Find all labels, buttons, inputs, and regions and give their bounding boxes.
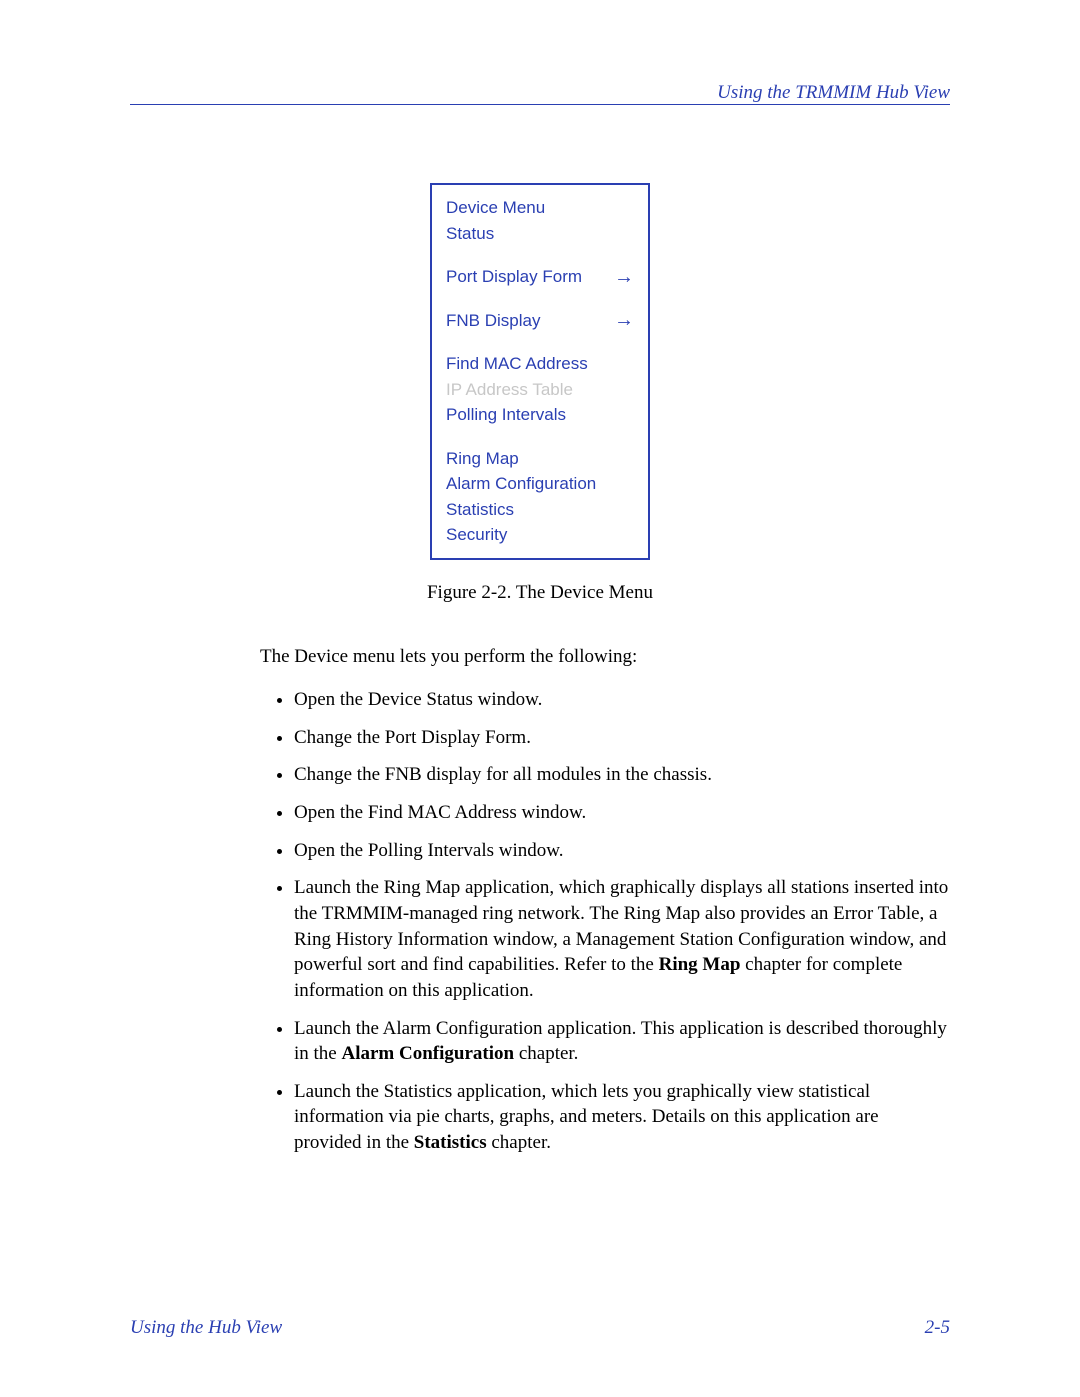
list-item: Launch the Ring Map application, which g… xyxy=(294,875,950,1003)
list-text: Open the Find MAC Address window. xyxy=(294,802,586,823)
menu-item-label: Polling Intervals xyxy=(446,402,566,428)
intro-text: The Device menu lets you perform the fol… xyxy=(260,644,950,670)
menu-separator xyxy=(446,333,634,351)
list-item: Open the Polling Intervals window. xyxy=(294,838,950,864)
menu-item-label: Alarm Configuration xyxy=(446,471,596,497)
list-text: Launch the Statistics application, which… xyxy=(294,1081,879,1153)
list-item: Change the FNB display for all modules i… xyxy=(294,762,950,788)
list-text: Change the Port Display Form. xyxy=(294,727,531,748)
menu-item-ring-map[interactable]: Ring Map xyxy=(446,446,634,472)
list-item: Change the Port Display Form. xyxy=(294,725,950,751)
alarm-config-ref: Alarm Configuration xyxy=(342,1043,515,1064)
menu-separator xyxy=(446,428,634,446)
menu-title-text: Device Menu xyxy=(446,195,545,221)
list-text: Open the Polling Intervals window. xyxy=(294,840,563,861)
menu-item-label: Security xyxy=(446,522,507,548)
menu-item-find-mac-address[interactable]: Find MAC Address xyxy=(446,351,634,377)
menu-item-label: FNB Display xyxy=(446,308,540,334)
list-text: chapter. xyxy=(514,1043,578,1064)
footer-left: Using the Hub View xyxy=(130,1317,282,1339)
device-menu-box: Device Menu Status Port Display Form → F… xyxy=(430,183,650,560)
list-item: Open the Device Status window. xyxy=(294,687,950,713)
page: Using the TRMMIM Hub View Device Menu St… xyxy=(0,0,1080,1397)
list-item: Launch the Statistics application, which… xyxy=(294,1079,950,1156)
menu-item-label: Port Display Form xyxy=(446,264,582,290)
menu-item-label: IP Address Table xyxy=(446,377,573,403)
header-rule xyxy=(130,104,950,105)
menu-item-statistics[interactable]: Statistics xyxy=(446,497,634,523)
chevron-right-icon: → xyxy=(614,310,634,330)
list-text: chapter. xyxy=(487,1132,551,1153)
menu-item-label: Statistics xyxy=(446,497,514,523)
menu-item-port-display-form[interactable]: Port Display Form → xyxy=(446,264,634,290)
menu-item-polling-intervals[interactable]: Polling Intervals xyxy=(446,402,634,428)
ring-map-ref: Ring Map xyxy=(659,954,741,975)
list-item: Open the Find MAC Address window. xyxy=(294,800,950,826)
menu-item-ip-address-table: IP Address Table xyxy=(446,377,634,403)
menu-item-fnb-display[interactable]: FNB Display → xyxy=(446,308,634,334)
header-region: Using the TRMMIM Hub View xyxy=(130,82,950,105)
list-item: Launch the Alarm Configuration applicati… xyxy=(294,1016,950,1067)
figure-caption: Figure 2-2. The Device Menu xyxy=(427,582,653,604)
menu-separator xyxy=(446,246,634,264)
menu-item-label: Find MAC Address xyxy=(446,351,588,377)
menu-item-status[interactable]: Status xyxy=(446,221,634,247)
list-text: Change the FNB display for all modules i… xyxy=(294,764,712,785)
statistics-ref: Statistics xyxy=(414,1132,487,1153)
figure: Device Menu Status Port Display Form → F… xyxy=(130,183,950,604)
chevron-right-icon: → xyxy=(614,267,634,287)
menu-item-label: Status xyxy=(446,221,494,247)
footer: Using the Hub View 2-5 xyxy=(130,1317,950,1339)
menu-item-label: Ring Map xyxy=(446,446,519,472)
menu-separator xyxy=(446,290,634,308)
menu-item-alarm-configuration[interactable]: Alarm Configuration xyxy=(446,471,634,497)
list-text: Open the Device Status window. xyxy=(294,689,542,710)
bullet-list: Open the Device Status window. Change th… xyxy=(260,687,950,1156)
menu-title: Device Menu xyxy=(446,195,634,221)
footer-page-number: 2-5 xyxy=(925,1317,950,1339)
menu-item-security[interactable]: Security xyxy=(446,522,634,548)
section-title: Using the TRMMIM Hub View xyxy=(130,82,950,104)
body-content: The Device menu lets you perform the fol… xyxy=(260,644,950,1156)
